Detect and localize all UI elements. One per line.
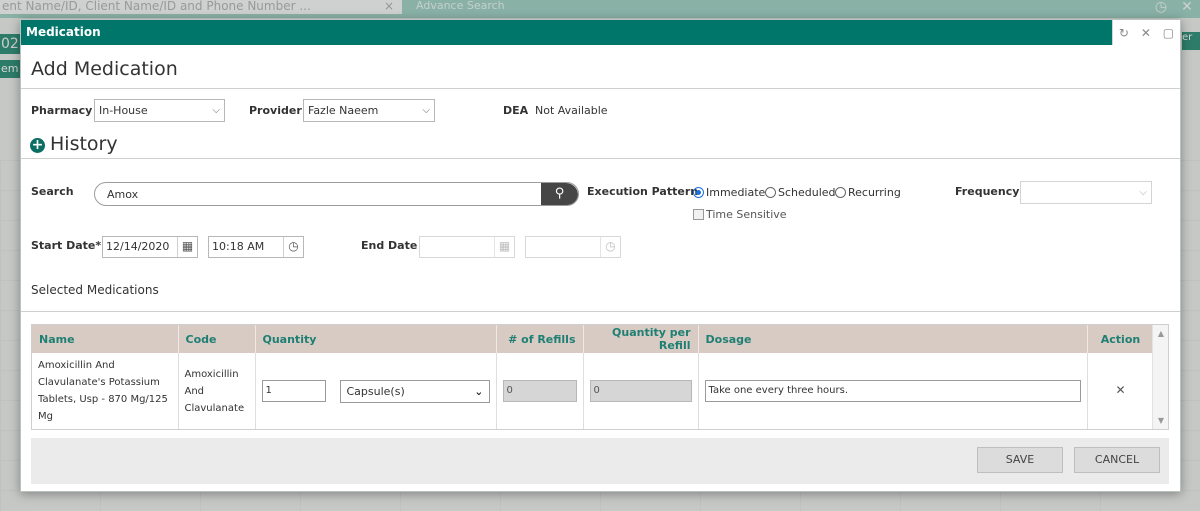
close-icon[interactable]: ✕	[1141, 26, 1151, 40]
end-date-label: End Date	[361, 239, 418, 252]
radio-label: Recurring	[848, 186, 901, 199]
medication-search-box: ⚲	[94, 182, 579, 206]
execution-pattern-label: Execution Pattern	[587, 185, 699, 198]
time-sensitive-checkbox[interactable]: Time Sensitive	[693, 208, 787, 221]
start-time-input[interactable]: 10:18 AM ◷	[208, 236, 304, 258]
page-title: Add Medication	[31, 58, 178, 80]
search-button[interactable]: ⚲	[541, 183, 578, 205]
expand-history-icon[interactable]: +	[30, 138, 45, 153]
checkbox-label: Time Sensitive	[706, 208, 787, 221]
pharmacy-value: In-House	[99, 104, 148, 117]
provider-select[interactable]: Fazle Naeem ⌵	[303, 99, 435, 122]
action-cell: ✕	[1087, 353, 1155, 429]
start-date-label: Start Date*	[31, 239, 102, 252]
dea-label: DEA	[503, 104, 529, 117]
modal-title: Medication	[21, 20, 1180, 45]
chevron-down-icon: ⌵	[422, 105, 430, 116]
dea-value: Not Available	[535, 104, 608, 117]
history-toggle[interactable]: History	[50, 133, 118, 155]
clock-icon[interactable]: ◷	[283, 237, 303, 257]
end-time-input[interactable]: ◷	[525, 236, 621, 258]
column-header-action: Action	[1087, 325, 1155, 353]
divider	[21, 311, 1180, 312]
table-row: Amoxicillin And Clavulanate's Potassium …	[32, 353, 1155, 429]
maximize-icon[interactable]: ▢	[1163, 26, 1174, 40]
search-icon: ⚲	[554, 186, 565, 201]
qty-per-refill-cell: 0	[583, 353, 699, 429]
column-header-qty-per-refill: Quantity per Refill	[583, 325, 699, 353]
pharmacy-select[interactable]: In-House ⌵	[94, 99, 225, 122]
scroll-down-icon[interactable]: ▼	[1153, 416, 1169, 425]
quantity-cell: 1 Capsule(s) ⌄	[255, 353, 497, 429]
scroll-up-icon[interactable]: ▲	[1153, 329, 1169, 338]
medication-code: Amoxicillin And Clavulanate	[178, 353, 256, 429]
clock-icon[interactable]: ◷	[600, 237, 620, 257]
radio-recurring[interactable]: Recurring	[835, 186, 901, 199]
radio-label: Scheduled	[778, 186, 836, 199]
start-date-value: 12/14/2020	[106, 240, 170, 253]
radio-button	[765, 187, 776, 198]
modal-controls: ↻ ✕ ▢	[1112, 20, 1180, 45]
start-date-input[interactable]: 12/14/2020 ▦	[102, 236, 198, 258]
divider	[21, 158, 1180, 159]
chevron-down-icon: ⌄	[474, 384, 484, 398]
qty-per-refill-input[interactable]: 0	[589, 380, 692, 402]
radio-immediate[interactable]: Immediate	[693, 186, 765, 199]
unit-value: Capsule(s)	[346, 384, 405, 398]
column-header-code: Code	[178, 325, 256, 353]
frequency-label: Frequency	[955, 185, 1020, 198]
refills-input[interactable]: 0	[502, 380, 577, 402]
medication-search-input[interactable]	[105, 186, 535, 202]
column-header-quantity: Quantity	[255, 325, 497, 353]
column-header-refills: # of Refills	[496, 325, 584, 353]
provider-value: Fazle Naeem	[308, 104, 379, 117]
provider-label: Provider	[249, 104, 302, 117]
chevron-down-icon: ⌵	[1139, 187, 1147, 198]
medication-modal: Medication ↻ ✕ ▢ Add Medication Pharmacy…	[20, 19, 1181, 492]
radio-button	[835, 187, 846, 198]
scrollbar[interactable]: ▲ ▼	[1152, 325, 1168, 429]
refresh-icon[interactable]: ↻	[1119, 26, 1129, 40]
unit-select[interactable]: Capsule(s) ⌄	[339, 379, 490, 403]
quantity-input[interactable]: 1	[261, 380, 326, 402]
start-time-value: 10:18 AM	[212, 240, 265, 253]
end-date-input[interactable]: ▦	[419, 236, 515, 258]
modal-footer: SAVE CANCEL	[31, 438, 1169, 484]
dosage-input[interactable]: Take one every three hours.	[704, 380, 1081, 402]
radio-label: Immediate	[706, 186, 766, 199]
cancel-button[interactable]: CANCEL	[1074, 447, 1160, 473]
divider	[21, 88, 1180, 89]
medications-table: Name Code Quantity # of Refills Quantity…	[31, 324, 1169, 430]
radio-scheduled[interactable]: Scheduled	[765, 186, 836, 199]
medication-name: Amoxicillin And Clavulanate's Potassium …	[32, 353, 179, 429]
search-label: Search	[31, 185, 74, 198]
remove-icon[interactable]: ✕	[1115, 383, 1125, 397]
table-header-row: Name Code Quantity # of Refills Quantity…	[32, 325, 1155, 353]
radio-button-selected	[693, 187, 704, 198]
frequency-select[interactable]: ⌵	[1020, 181, 1152, 204]
save-button[interactable]: SAVE	[977, 447, 1063, 473]
chevron-down-icon: ⌵	[212, 105, 220, 116]
checkbox-box	[693, 209, 704, 220]
column-header-name: Name	[32, 325, 179, 353]
selected-medications-label: Selected Medications	[31, 283, 159, 297]
calendar-icon[interactable]: ▦	[494, 237, 514, 257]
refills-cell: 0	[496, 353, 584, 429]
calendar-icon[interactable]: ▦	[177, 237, 197, 257]
pharmacy-label: Pharmacy	[31, 104, 93, 117]
column-header-dosage: Dosage	[698, 325, 1088, 353]
dosage-cell: Take one every three hours.	[698, 353, 1088, 429]
